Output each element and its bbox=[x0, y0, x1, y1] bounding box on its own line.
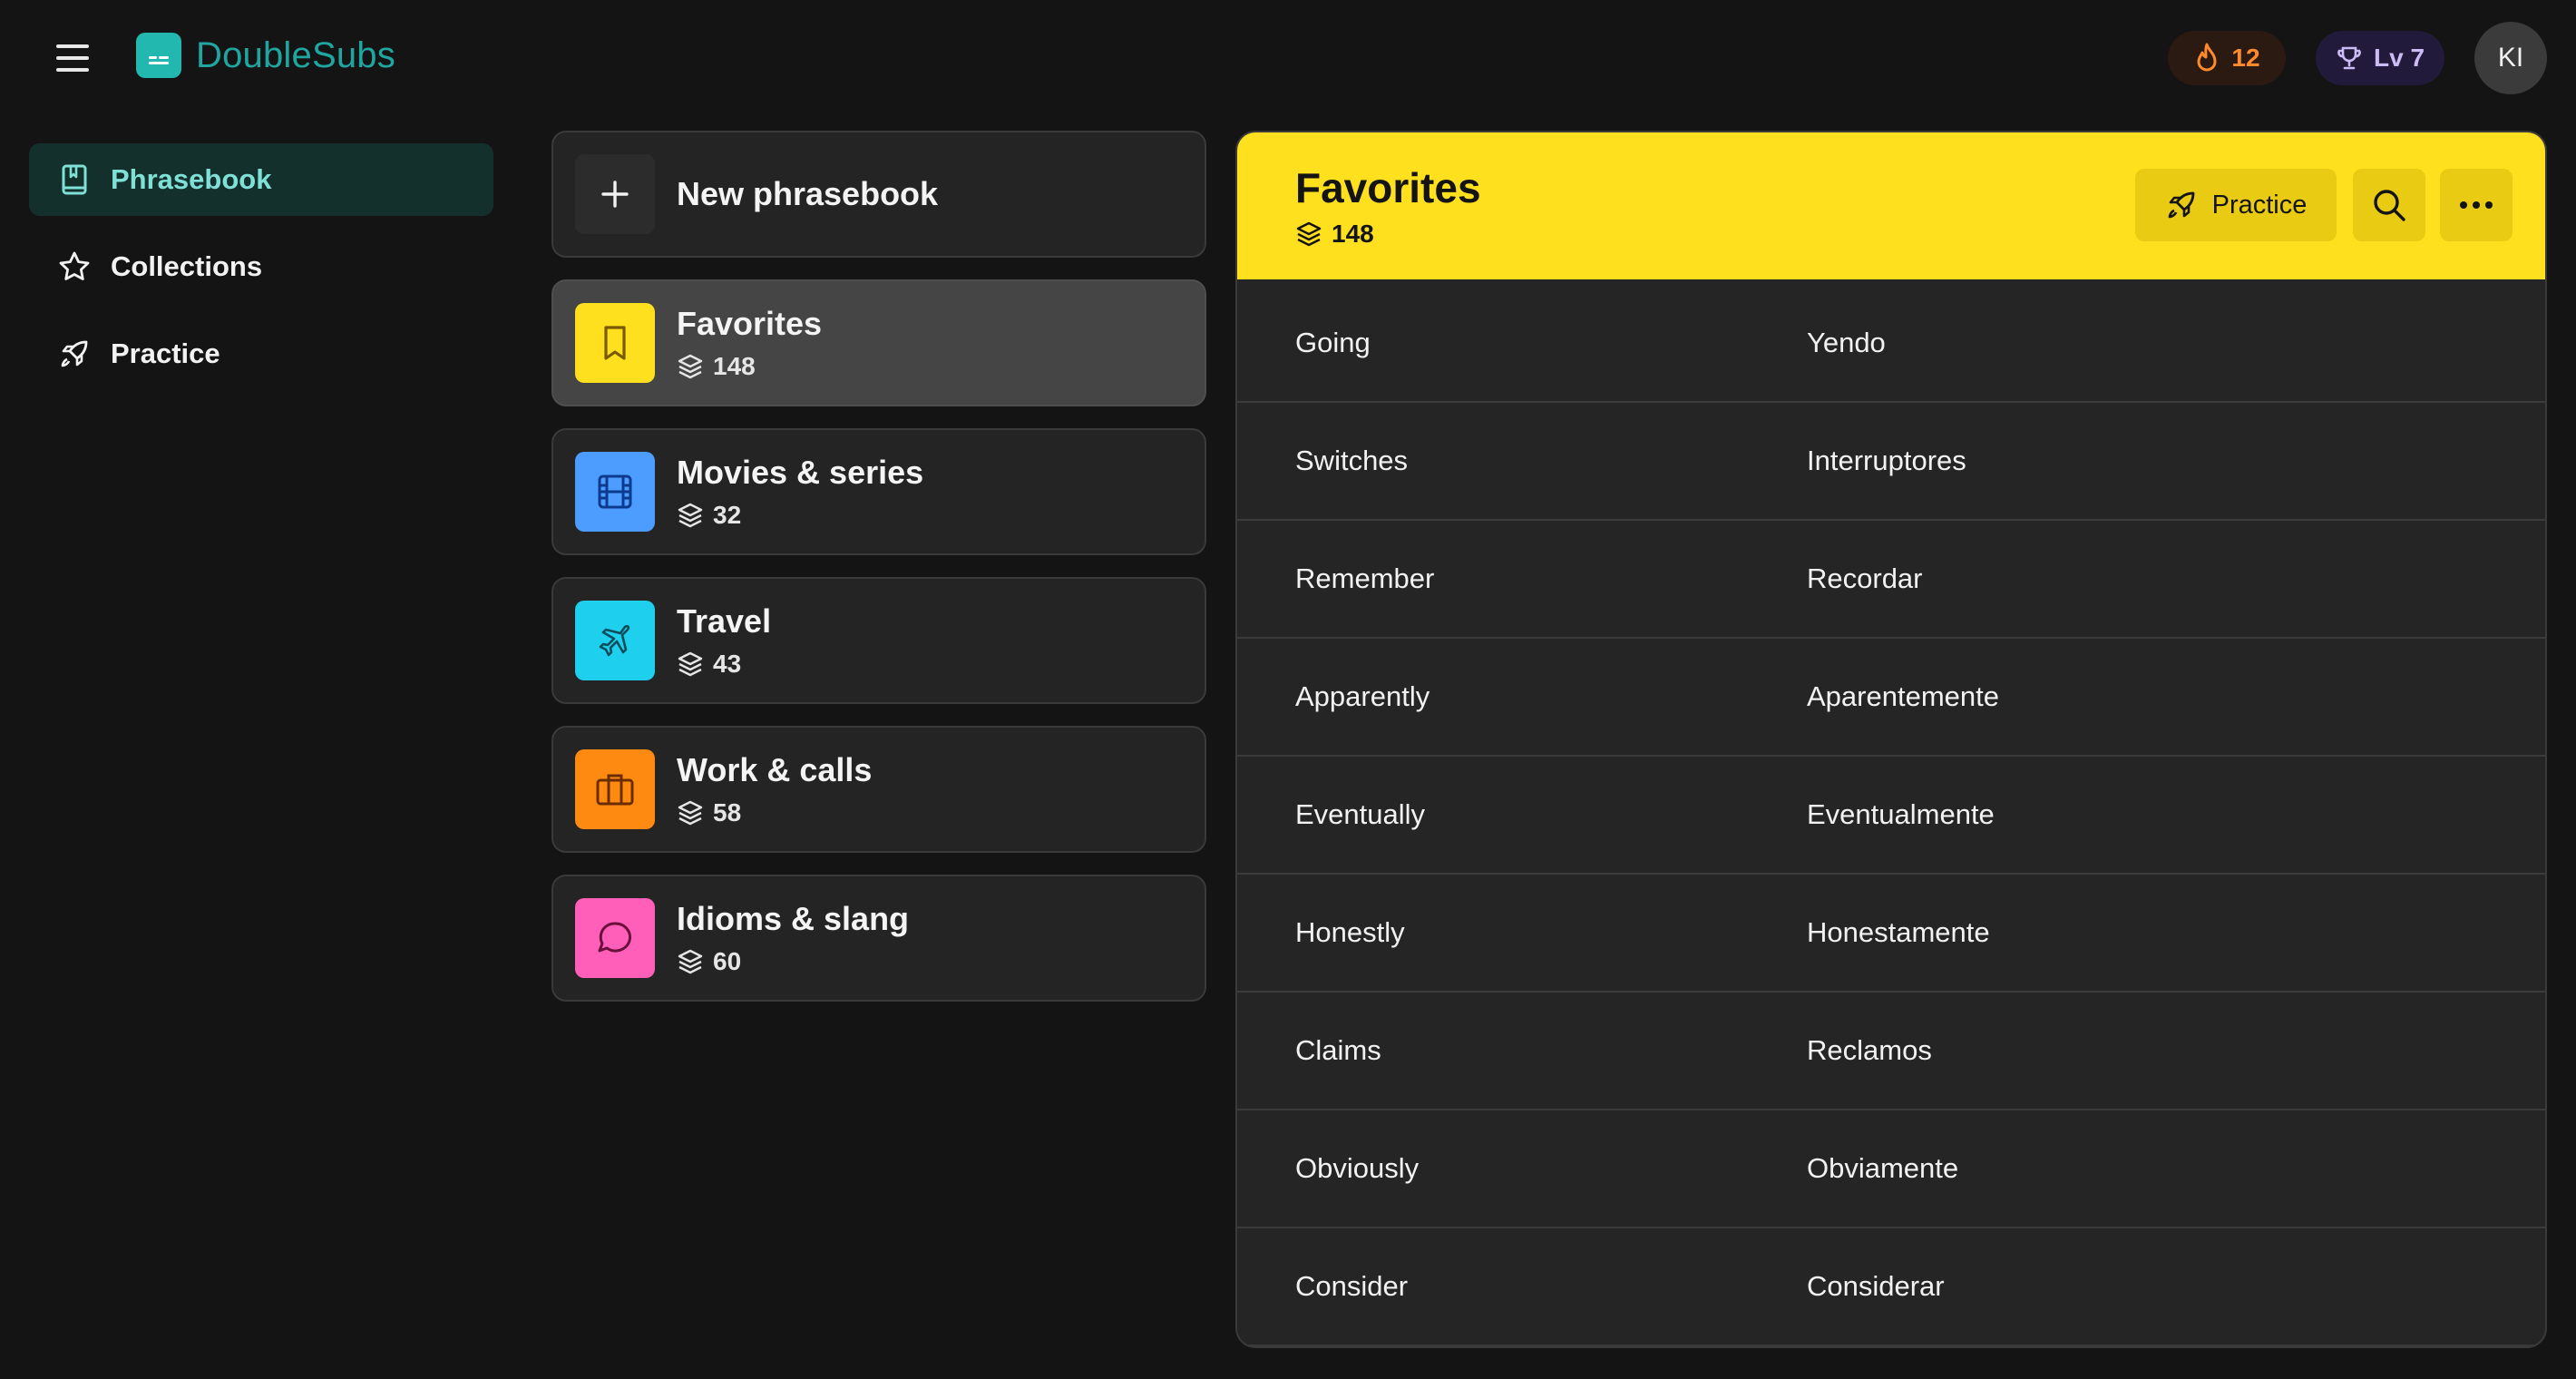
trophy-icon bbox=[2337, 46, 2361, 70]
phrasebook-card-favorites[interactable]: Favorites 148 bbox=[551, 279, 1206, 406]
phrasebook-title: Favorites bbox=[677, 305, 823, 342]
phrasebook-count: 58 bbox=[677, 798, 872, 827]
layers-icon bbox=[678, 949, 703, 974]
table-row[interactable]: Going Yendo bbox=[1237, 285, 2545, 403]
new-phrasebook-label: New phrasebook bbox=[677, 175, 939, 212]
sidebar-item-label: Practice bbox=[111, 337, 220, 369]
phrasebook-title: Travel bbox=[677, 602, 772, 640]
phrasebook-title: Movies & series bbox=[677, 454, 924, 491]
sidebar-item-collections[interactable]: Collections bbox=[29, 230, 493, 303]
phrasebook-title: Idioms & slang bbox=[677, 900, 910, 937]
phrase-target: Reclamos bbox=[1807, 1034, 1932, 1066]
new-phrasebook-button[interactable]: New phrasebook bbox=[551, 131, 1206, 258]
table-row[interactable]: Apparently Aparentemente bbox=[1237, 639, 2545, 757]
phrasebook-list: New phrasebook Favorites 148 Movies & se… bbox=[551, 131, 1206, 1023]
app-name: DoubleSubs bbox=[196, 34, 395, 75]
sidebar-item-practice[interactable]: Practice bbox=[29, 318, 493, 390]
phrasebook-card-idioms[interactable]: Idioms & slang 60 bbox=[551, 875, 1206, 1002]
phrasebook-count-value: 148 bbox=[713, 352, 756, 380]
phrase-target: Honestamente bbox=[1807, 916, 1990, 948]
book-icon bbox=[58, 163, 91, 196]
phrase-source: Honestly bbox=[1295, 916, 1405, 948]
plane-icon bbox=[575, 601, 655, 680]
rocket-icon bbox=[2168, 191, 2195, 219]
phrasebook-count: 148 bbox=[677, 352, 822, 381]
phrasebook-count: 60 bbox=[677, 947, 909, 976]
table-row[interactable]: Switches Interruptores bbox=[1237, 403, 2545, 521]
panel-header: Favorites 148 Practice bbox=[1237, 132, 2545, 279]
phrasebook-count-value: 43 bbox=[713, 650, 742, 678]
phrasebook-count: 43 bbox=[677, 650, 771, 679]
streak-count: 12 bbox=[2231, 44, 2260, 72]
phrase-source: Going bbox=[1295, 327, 1371, 358]
briefcase-icon bbox=[575, 749, 655, 829]
phrasebook-title: Work & calls bbox=[677, 751, 873, 788]
sidebar-item-phrasebook[interactable]: Phrasebook bbox=[29, 143, 493, 216]
phrase-target: Yendo bbox=[1807, 327, 1886, 358]
phrasebook-card-travel[interactable]: Travel 43 bbox=[551, 577, 1206, 704]
phrasebook-card-work[interactable]: Work & calls 58 bbox=[551, 726, 1206, 853]
phrasebook-count-value: 60 bbox=[713, 947, 742, 975]
sidebar-item-label: Collections bbox=[111, 250, 263, 282]
bookmark-icon bbox=[575, 303, 655, 383]
phrase-target: Obviamente bbox=[1807, 1152, 1959, 1184]
brand[interactable]: DoubleSubs bbox=[136, 33, 395, 78]
table-row[interactable]: Eventually Eventualmente bbox=[1237, 757, 2545, 875]
table-row[interactable]: Claims Reclamos bbox=[1237, 993, 2545, 1110]
layers-icon bbox=[678, 503, 703, 528]
avatar[interactable]: KI bbox=[2474, 22, 2547, 94]
phrase-target: Aparentemente bbox=[1807, 680, 1999, 712]
hamburger-icon[interactable] bbox=[47, 36, 98, 80]
subtitles-icon bbox=[136, 33, 181, 78]
practice-button-label: Practice bbox=[2211, 190, 2308, 220]
table-row[interactable]: Obviously Obviamente bbox=[1237, 1110, 2545, 1228]
phrasebook-detail-panel: Favorites 148 Practice Going Yendo Switc… bbox=[1235, 131, 2547, 1348]
phrase-source: Consider bbox=[1295, 1270, 1409, 1302]
plus-icon bbox=[575, 154, 655, 234]
layers-icon bbox=[678, 800, 703, 826]
phrase-list: Going Yendo Switches Interruptores Remembe… bbox=[1237, 285, 2545, 1346]
panel-title: Favorites bbox=[1295, 164, 1481, 211]
chat-bubble-icon bbox=[575, 898, 655, 978]
streak-badge[interactable]: 12 bbox=[2168, 31, 2286, 85]
phrasebook-count: 32 bbox=[677, 501, 923, 530]
phrasebook-card-movies[interactable]: Movies & series 32 bbox=[551, 428, 1206, 555]
phrasebook-count-value: 32 bbox=[713, 501, 742, 529]
layers-icon bbox=[678, 354, 703, 379]
flame-icon bbox=[2197, 43, 2217, 72]
star-icon bbox=[58, 250, 91, 283]
sidebar: Phrasebook Collections Practice bbox=[29, 143, 493, 405]
search-button[interactable] bbox=[2353, 169, 2425, 241]
phrase-target: Eventualmente bbox=[1807, 798, 1995, 830]
practice-button[interactable]: Practice bbox=[2135, 169, 2337, 241]
level-label: Lv 7 bbox=[2373, 44, 2425, 72]
phrase-target: Considerar bbox=[1807, 1270, 1945, 1302]
layers-icon bbox=[678, 651, 703, 677]
phrasebook-count-value: 58 bbox=[713, 798, 742, 826]
phrase-source: Obviously bbox=[1295, 1152, 1420, 1184]
phrase-source: Eventually bbox=[1295, 798, 1426, 830]
table-row[interactable]: Remember Recordar bbox=[1237, 521, 2545, 639]
table-row[interactable]: Consider Considerar bbox=[1237, 1228, 2545, 1346]
phrase-source: Remember bbox=[1295, 562, 1435, 594]
phrase-target: Recordar bbox=[1807, 562, 1923, 594]
phrase-target: Interruptores bbox=[1807, 445, 1966, 476]
rocket-icon bbox=[58, 337, 91, 370]
panel-count: 148 bbox=[1295, 220, 1374, 249]
film-icon bbox=[575, 452, 655, 532]
phrase-source: Claims bbox=[1295, 1034, 1381, 1066]
layers-icon bbox=[1296, 221, 1322, 247]
search-icon bbox=[2374, 190, 2405, 221]
phrase-source: Apparently bbox=[1295, 680, 1430, 712]
more-horizontal-icon bbox=[2460, 201, 2493, 209]
level-badge[interactable]: Lv 7 bbox=[2316, 31, 2444, 85]
top-bar: DoubleSubs 12 Lv 7 KI bbox=[0, 0, 2576, 116]
table-row[interactable]: Honestly Honestamente bbox=[1237, 875, 2545, 993]
more-options-button[interactable] bbox=[2440, 169, 2513, 241]
panel-count-value: 148 bbox=[1332, 220, 1374, 248]
sidebar-item-label: Phrasebook bbox=[111, 163, 272, 195]
phrase-source: Switches bbox=[1295, 445, 1409, 476]
